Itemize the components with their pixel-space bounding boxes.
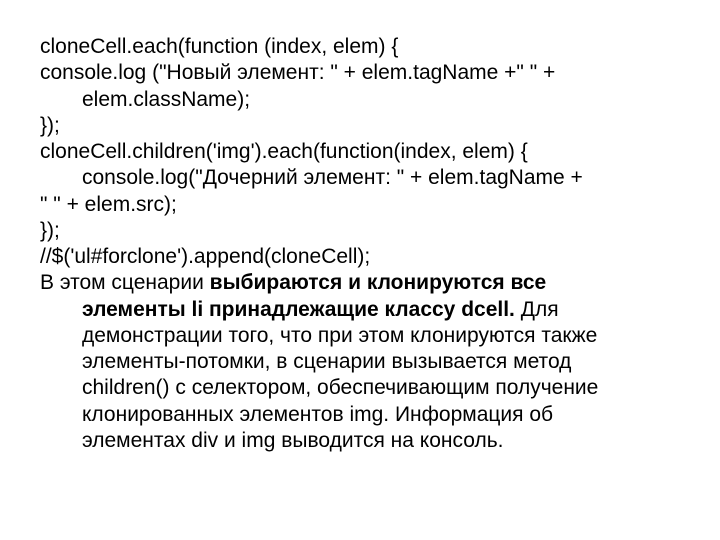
code-line-7: //$('ul#forclone').append(cloneCell); — [40, 244, 680, 270]
slide: cloneCell.each(function (index, elem) { … — [0, 0, 720, 540]
code-line-2a: console.log ("Новый элемент: " + elem.ta… — [40, 60, 680, 86]
code-line-4a: cloneCell.children('img').each(function(… — [40, 139, 680, 165]
code-line-4b: console.log("Дочерний элемент: " + elem.… — [40, 165, 680, 191]
desc-line-6: клонированных элементов img. Информация … — [40, 402, 680, 428]
desc-bold-1: выбираются и клонируются все — [210, 271, 547, 294]
code-line-3: }); — [40, 113, 680, 139]
code-line-1: cloneCell.each(function (index, elem) { — [40, 34, 680, 60]
desc-line-7: элементах div и img выводится на консоль… — [40, 428, 680, 454]
desc-rest-2: Для — [515, 298, 559, 321]
desc-lead: В этом сценарии — [40, 271, 210, 294]
desc-line-3: демонстрации того, что при этом клонирую… — [40, 323, 680, 349]
desc-line-1: В этом сценарии выбираются и клонируются… — [40, 270, 680, 296]
desc-bold-2: элементы li принадлежащие классу dcell. — [82, 298, 515, 321]
desc-line-2: элементы li принадлежащие классу dcell. … — [40, 297, 680, 323]
desc-line-5: children() с селектором, обеспечивающим … — [40, 375, 680, 401]
code-line-2b: elem.className); — [40, 87, 680, 113]
desc-line-4: элементы-потомки, в сценарии вызывается … — [40, 349, 680, 375]
code-line-6: }); — [40, 218, 680, 244]
code-line-5: " " + elem.src); — [40, 192, 680, 218]
